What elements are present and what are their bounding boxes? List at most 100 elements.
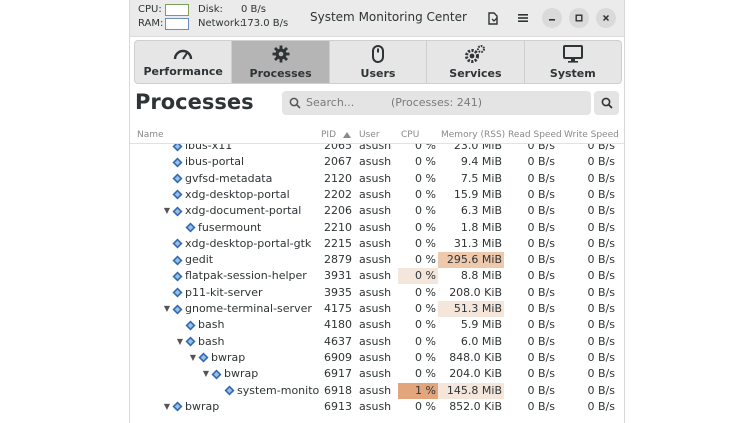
close-icon <box>602 14 610 22</box>
column-header-name[interactable]: Name <box>137 130 164 140</box>
read-speed-cell: 0 B/s <box>527 367 555 381</box>
tab-processes[interactable]: Processes <box>232 41 330 83</box>
column-header-memory[interactable]: Memory (RSS) <box>441 130 505 140</box>
tab-label: System <box>549 66 596 80</box>
table-row[interactable]: p11-kit-server 3935 asush 0 % 208.0 KiB 0 B/s… <box>130 285 624 301</box>
table-row[interactable]: ▼ bwrap 6909 asush 0 % 848.0 KiB 0 B/s 0 B/s <box>130 350 624 366</box>
process-name-cell: system-monito <box>214 383 319 399</box>
process-name: xdg-document-portal <box>185 204 302 218</box>
search-button[interactable] <box>594 91 619 115</box>
header-bar: CPU: RAM: Disk: 0 B/s Network: 173.0 B/s… <box>130 0 624 37</box>
table-row[interactable]: system-monito 6918 asush 1 % 145.8 MiB 0 B/s 0… <box>130 382 624 399</box>
process-name: flatpak-session-helper <box>185 269 307 283</box>
maximize-icon <box>575 14 583 22</box>
column-header-cpu[interactable]: CPU <box>401 130 419 140</box>
cpu-mini-graph <box>165 4 189 16</box>
user-cell: asush <box>359 318 392 332</box>
tab-system[interactable]: System <box>525 41 621 83</box>
table-row[interactable]: fusermount 2210 asush 0 % 1.8 MiB 0 B/s 0 B/s <box>130 220 624 236</box>
disk-label: Disk: <box>198 4 223 15</box>
tab-services[interactable]: Services <box>427 41 525 83</box>
maximize-button[interactable] <box>569 8 589 28</box>
memory-cell: 8.8 MiB <box>460 269 502 283</box>
table-row[interactable]: ibus-x11 2065 asush 0 % 23.0 MiB 0 B/s 0 B/s <box>130 144 624 154</box>
pid-cell: 2202 <box>324 187 352 201</box>
cpu-cell: 0 % <box>415 144 436 152</box>
table-row[interactable]: ▼ gnome-terminal-server 4175 asush 0 % 51.3 M… <box>130 301 624 317</box>
close-button[interactable] <box>596 8 616 28</box>
table-row[interactable]: flatpak-session-helper 3931 asush 0 % 8.8 Mi… <box>130 268 624 285</box>
tab-performance[interactable]: Performance <box>135 41 233 83</box>
ram-label: RAM: <box>138 18 164 29</box>
page-title: Processes <box>135 90 254 114</box>
process-name: fusermount <box>198 220 262 234</box>
column-header-user[interactable]: User <box>359 130 380 140</box>
process-icon <box>172 189 183 200</box>
network-label: Network: <box>198 18 244 29</box>
write-speed-cell: 0 B/s <box>587 350 615 364</box>
pid-cell: 4180 <box>324 318 352 332</box>
table-row[interactable]: xdg-desktop-portal-gtk 2215 asush 0 % 31.3 M… <box>130 236 624 252</box>
main-tab-bar: Performance Processes Users Services Sys… <box>134 40 622 84</box>
memory-cell: 848.0 KiB <box>449 350 502 364</box>
expander-arrow-icon[interactable]: ▼ <box>201 366 211 382</box>
minimize-button[interactable] <box>542 8 562 28</box>
process-name: xdg-desktop-portal-gtk <box>185 236 312 250</box>
process-icon <box>172 287 183 298</box>
export-button[interactable] <box>482 7 504 29</box>
column-header-write-speed[interactable]: Write Speed <box>564 130 619 140</box>
sort-ascending-icon <box>343 132 351 138</box>
write-speed-cell: 0 B/s <box>587 187 615 201</box>
column-header-pid[interactable]: PID <box>321 130 336 140</box>
read-speed-cell: 0 B/s <box>527 350 555 364</box>
pid-cell: 3931 <box>324 269 352 283</box>
table-row[interactable]: ▼ bwrap 6913 asush 0 % 852.0 KiB 0 B/s 0 B/s <box>130 399 624 415</box>
process-name-cell: ibus-portal <box>162 154 244 170</box>
memory-cell: 31.3 MiB <box>453 236 502 250</box>
write-speed-cell: 0 B/s <box>587 399 615 413</box>
cpu-cell: 0 % <box>415 350 436 364</box>
column-header-read-speed[interactable]: Read Speed <box>508 130 562 140</box>
expander-arrow-icon[interactable]: ▼ <box>175 334 185 350</box>
cpu-cell: 0 % <box>398 268 438 285</box>
tab-users[interactable]: Users <box>330 41 428 83</box>
process-icon <box>185 222 196 233</box>
expander-arrow-icon[interactable]: ▼ <box>188 350 198 366</box>
user-cell: asush <box>359 253 392 267</box>
ram-mini-graph <box>165 18 189 30</box>
process-name-cell: ▼ xdg-document-portal <box>162 203 301 219</box>
process-name: bash <box>198 318 225 332</box>
cpu-cell: 0 % <box>415 204 436 218</box>
process-icon <box>172 303 183 315</box>
expander-arrow-icon[interactable]: ▼ <box>162 203 172 219</box>
user-cell: asush <box>359 144 392 152</box>
memory-cell: 6.3 MiB <box>460 204 502 218</box>
table-row[interactable]: ▼ bash 4637 asush 0 % 6.0 MiB 0 B/s 0 B/s <box>130 334 624 350</box>
table-row[interactable]: xdg-desktop-portal 2202 asush 0 % 15.9 MiB 0 … <box>130 187 624 203</box>
tab-label: Performance <box>143 64 223 78</box>
table-row[interactable]: gedit 2879 asush 0 % 295.6 MiB 0 B/s 0 B/s <box>130 252 624 269</box>
search-input[interactable]: Search... (Processes: 241) <box>282 91 591 115</box>
table-row[interactable]: ibus-portal 2067 asush 0 % 9.4 MiB 0 B/s 0 B/s <box>130 154 624 170</box>
expander-arrow-icon[interactable]: ▼ <box>162 301 172 317</box>
document-export-icon <box>488 11 498 25</box>
write-speed-cell: 0 B/s <box>587 220 615 234</box>
memory-cell: 7.5 MiB <box>460 171 502 185</box>
read-speed-cell: 0 B/s <box>527 383 555 397</box>
pid-cell: 4637 <box>324 334 352 348</box>
cpu-cell: 0 % <box>415 399 436 413</box>
user-cell: asush <box>359 334 392 348</box>
expander-arrow-icon[interactable]: ▼ <box>162 399 172 415</box>
process-name-cell: gvfsd-metadata <box>162 171 272 187</box>
memory-cell: 852.0 KiB <box>449 399 502 413</box>
main-menu-button[interactable] <box>512 7 534 29</box>
memory-cell: 204.0 KiB <box>449 367 502 381</box>
process-name: bwrap <box>211 350 246 364</box>
search-icon <box>289 97 301 109</box>
table-row[interactable]: bash 4180 asush 0 % 5.9 MiB 0 B/s 0 B/s <box>130 317 624 333</box>
table-row[interactable]: ▼ xdg-document-portal 2206 asush 0 % 6.3 MiB 0… <box>130 203 624 219</box>
table-row[interactable]: ▼ bwrap 6917 asush 0 % 204.0 KiB 0 B/s 0 B/s <box>130 366 624 382</box>
hamburger-menu-icon <box>518 14 528 22</box>
write-speed-cell: 0 B/s <box>587 155 615 169</box>
table-row[interactable]: gvfsd-metadata 2120 asush 0 % 7.5 MiB 0 B/s 0 … <box>130 171 624 187</box>
